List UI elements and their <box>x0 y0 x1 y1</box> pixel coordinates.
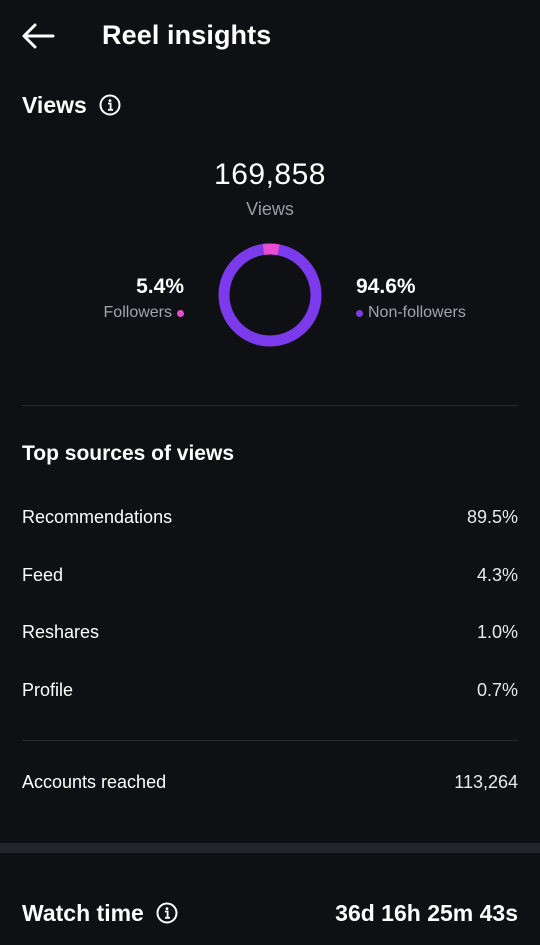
source-row-reshares: Reshares 1.0% <box>22 617 518 647</box>
arrow-left-icon <box>22 23 55 49</box>
accounts-reached-value: 113,264 <box>454 772 518 792</box>
source-row-profile: Profile 0.7% <box>22 675 518 705</box>
non-followers-percent: 94.6% <box>356 275 416 298</box>
views-heading: Views <box>22 92 87 118</box>
page-title: Reel insights <box>102 20 272 50</box>
source-value: 4.3% <box>476 565 518 585</box>
watch-time-heading-group: Watch time <box>22 898 178 928</box>
source-label: Recommendations <box>22 507 173 527</box>
source-value: 0.7% <box>476 680 518 700</box>
views-donut-chart <box>218 243 322 347</box>
accounts-reached-label: Accounts reached <box>22 772 167 792</box>
source-row-recommendations: Recommendations 89.5% <box>22 502 518 532</box>
watch-time-heading: Watch time <box>22 900 144 926</box>
top-sources-heading: Top sources of views <box>22 442 234 465</box>
info-icon[interactable] <box>156 902 178 924</box>
non-followers-ring <box>218 243 322 347</box>
followers-legend: Followers <box>104 302 184 324</box>
non-followers-legend: Non-followers <box>356 302 466 324</box>
source-row-feed: Feed 4.3% <box>22 560 518 590</box>
source-label: Reshares <box>22 622 100 642</box>
non-followers-label: Non-followers <box>368 304 466 321</box>
source-label: Profile <box>22 680 74 700</box>
followers-label: Followers <box>103 304 172 321</box>
accounts-reached-row: Accounts reached 113,264 <box>22 767 518 797</box>
divider <box>22 740 518 741</box>
non-followers-dot-icon <box>356 309 363 317</box>
info-icon[interactable] <box>99 94 121 116</box>
source-value: 89.5% <box>466 507 518 527</box>
watch-time-value: 36d 16h 25m 43s <box>335 899 518 926</box>
source-label: Feed <box>22 565 64 585</box>
back-button[interactable] <box>18 18 58 54</box>
total-views-value: 169,858 <box>214 158 326 191</box>
followers-percent: 5.4% <box>136 275 184 298</box>
section-separator <box>0 843 540 853</box>
source-value: 1.0% <box>476 622 518 642</box>
divider <box>22 405 518 406</box>
watch-time-row: Watch time 36d 16h 25m 43s <box>22 895 518 931</box>
total-views-label: Views <box>246 199 294 219</box>
views-heading-group: Views <box>22 90 121 120</box>
followers-dot-icon <box>177 309 184 317</box>
